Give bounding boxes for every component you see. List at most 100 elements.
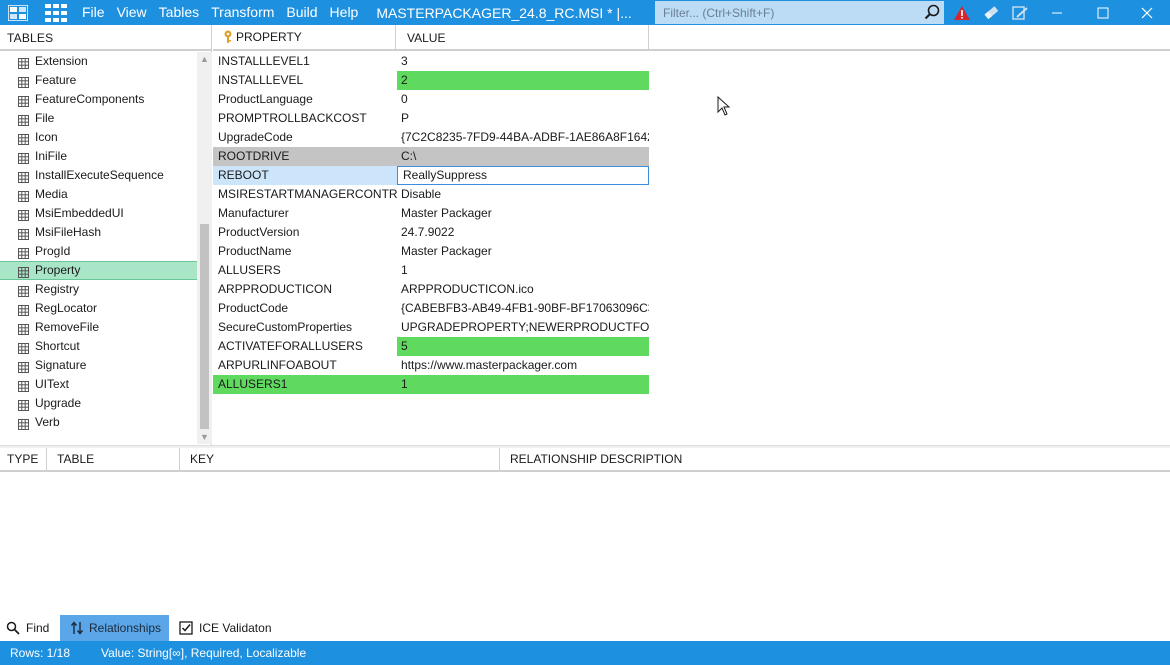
edit-document-icon[interactable] <box>1006 0 1034 25</box>
column-header-property[interactable]: PROPERTY <box>213 25 396 49</box>
property-cell[interactable]: ACTIVATEFORALLUSERS <box>213 337 397 356</box>
value-cell[interactable]: 2 <box>397 71 649 90</box>
property-cell[interactable]: INSTALLLEVEL1 <box>213 52 397 71</box>
value-cell[interactable]: 5 <box>397 337 649 356</box>
eraser-icon[interactable] <box>977 0 1005 25</box>
search-icon <box>6 621 20 635</box>
menu-help[interactable]: Help <box>324 0 365 25</box>
table-item-msiembeddedui[interactable]: MsiEmbeddedUI <box>0 204 197 223</box>
tab-relationships[interactable]: Relationships <box>60 615 169 641</box>
bottom-tabs: Find Relationships ICE Validaton <box>0 615 1170 641</box>
menu-tables[interactable]: Tables <box>153 0 205 25</box>
value-cell[interactable]: 1 <box>397 261 649 280</box>
table-grid-icon <box>18 75 29 88</box>
table-item-registry[interactable]: Registry <box>0 280 197 299</box>
property-cell[interactable]: SecureCustomProperties <box>213 318 397 337</box>
table-grid-icon <box>18 246 29 259</box>
value-cell[interactable]: Master Packager <box>397 204 649 223</box>
table-item-icon[interactable]: Icon <box>0 128 197 147</box>
column-header-table[interactable]: TABLE <box>47 448 180 470</box>
scrollbar-thumb[interactable] <box>200 224 209 429</box>
value-cell[interactable]: {7C2C8235-7FD9-44BA-ADBF-1AE86A8F1642} <box>397 128 649 147</box>
property-cell[interactable]: REBOOT <box>213 166 397 185</box>
table-item-property[interactable]: Property <box>0 261 197 280</box>
table-item-label: IniFile <box>35 149 68 163</box>
property-cell[interactable]: Manufacturer <box>213 204 397 223</box>
menu-file[interactable]: File <box>76 0 111 25</box>
tab-find[interactable]: Find <box>0 615 60 641</box>
property-cell[interactable]: ARPURLINFOABOUT <box>213 356 397 375</box>
table-item-upgrade[interactable]: Upgrade <box>0 394 197 413</box>
table-item-label: RemoveFile <box>35 320 100 334</box>
property-cell[interactable]: ProductCode <box>213 299 397 318</box>
column-header-value[interactable]: VALUE <box>397 25 649 49</box>
value-cell[interactable]: ReallySuppress <box>397 166 649 185</box>
table-item-feature[interactable]: Feature <box>0 71 197 90</box>
table-item-extension[interactable]: Extension <box>0 52 197 71</box>
table-item-verb[interactable]: Verb <box>0 413 197 432</box>
filter-search-box[interactable] <box>655 1 944 24</box>
table-item-uitext[interactable]: UIText <box>0 375 197 394</box>
value-cell[interactable]: 3 <box>397 52 649 71</box>
value-cell[interactable]: 0 <box>397 90 649 109</box>
table-item-inifile[interactable]: IniFile <box>0 147 197 166</box>
table-item-label: Upgrade <box>35 396 82 410</box>
relationships-panel: TYPE TABLE KEY RELATIONSHIP DESCRIPTION <box>0 448 1170 615</box>
status-bar: Rows: 1/18 Value: String[∞], Required, L… <box>0 641 1170 665</box>
property-cell[interactable]: ProductName <box>213 242 397 261</box>
property-cell[interactable]: ROOTDRIVE <box>213 147 397 166</box>
table-item-shortcut[interactable]: Shortcut <box>0 337 197 356</box>
value-cell[interactable]: UPGRADEPROPERTY;NEWERPRODUCTFOUND <box>397 318 649 337</box>
close-button[interactable] <box>1124 0 1170 25</box>
table-grid-icon <box>18 227 29 240</box>
table-item-media[interactable]: Media <box>0 185 197 204</box>
column-header-relationship-description[interactable]: RELATIONSHIP DESCRIPTION <box>500 448 1170 470</box>
menu-transform[interactable]: Transform <box>205 0 280 25</box>
scroll-down-arrow-icon[interactable]: ▼ <box>199 432 210 442</box>
value-cell[interactable]: C:\ <box>397 147 649 166</box>
property-cell[interactable]: PROMPTROLLBACKCOST <box>213 109 397 128</box>
table-item-reglocator[interactable]: RegLocator <box>0 299 197 318</box>
property-cell[interactable]: ARPPRODUCTICON <box>213 280 397 299</box>
table-grid-icon <box>18 151 29 164</box>
table-item-removefile[interactable]: RemoveFile <box>0 318 197 337</box>
search-icon[interactable] <box>924 4 940 23</box>
property-cell[interactable]: ALLUSERS <box>213 261 397 280</box>
value-cell[interactable]: Disable <box>397 185 649 204</box>
scroll-up-arrow-icon[interactable]: ▲ <box>199 54 210 64</box>
value-cell[interactable]: 24.7.9022 <box>397 223 649 242</box>
tab-ice-validation[interactable]: ICE Validaton <box>169 615 279 641</box>
value-cell[interactable]: ARPPRODUCTICON.ico <box>397 280 649 299</box>
table-item-installexecutesequence[interactable]: InstallExecuteSequence <box>0 166 197 185</box>
tables-scrollbar[interactable]: ▲ ▼ <box>197 52 212 444</box>
property-cell[interactable]: INSTALLLEVEL <box>213 71 397 90</box>
menu-view[interactable]: View <box>111 0 153 25</box>
grid-menu-icon[interactable] <box>36 0 76 25</box>
property-cell[interactable]: UpgradeCode <box>213 128 397 147</box>
property-cell[interactable]: MSIRESTARTMANAGERCONTROL <box>213 185 397 204</box>
warning-icon[interactable] <box>948 0 976 25</box>
property-cell[interactable]: ProductLanguage <box>213 90 397 109</box>
value-cell[interactable]: https://www.masterpackager.com <box>397 356 649 375</box>
property-cell[interactable]: ALLUSERS1 <box>213 375 397 394</box>
table-item-file[interactable]: File <box>0 109 197 128</box>
table-item-msifilehash[interactable]: MsiFileHash <box>0 223 197 242</box>
column-header-key[interactable]: KEY <box>180 448 500 470</box>
table-item-signature[interactable]: Signature <box>0 356 197 375</box>
table-grid-icon <box>18 417 29 430</box>
minimize-button[interactable] <box>1034 0 1080 25</box>
tables-panel: TABLES Extension Feature FeatureComponents… <box>0 25 212 445</box>
value-cell[interactable]: Master Packager <box>397 242 649 261</box>
property-cell[interactable]: ProductVersion <box>213 223 397 242</box>
value-cell[interactable]: P <box>397 109 649 128</box>
table-item-progid[interactable]: ProgId <box>0 242 197 261</box>
table-item-featurecomponents[interactable]: FeatureComponents <box>0 90 197 109</box>
column-header-type[interactable]: TYPE <box>0 448 47 470</box>
value-cell[interactable]: {CABEBFB3-AB49-4FB1-90BF-BF17063096C3} <box>397 299 649 318</box>
table-item-label: Extension <box>35 54 88 68</box>
filter-input[interactable] <box>655 2 917 23</box>
menu-build[interactable]: Build <box>280 0 323 25</box>
table-grid-icon <box>18 94 29 107</box>
maximize-button[interactable] <box>1080 0 1126 25</box>
value-cell[interactable]: 1 <box>397 375 649 394</box>
